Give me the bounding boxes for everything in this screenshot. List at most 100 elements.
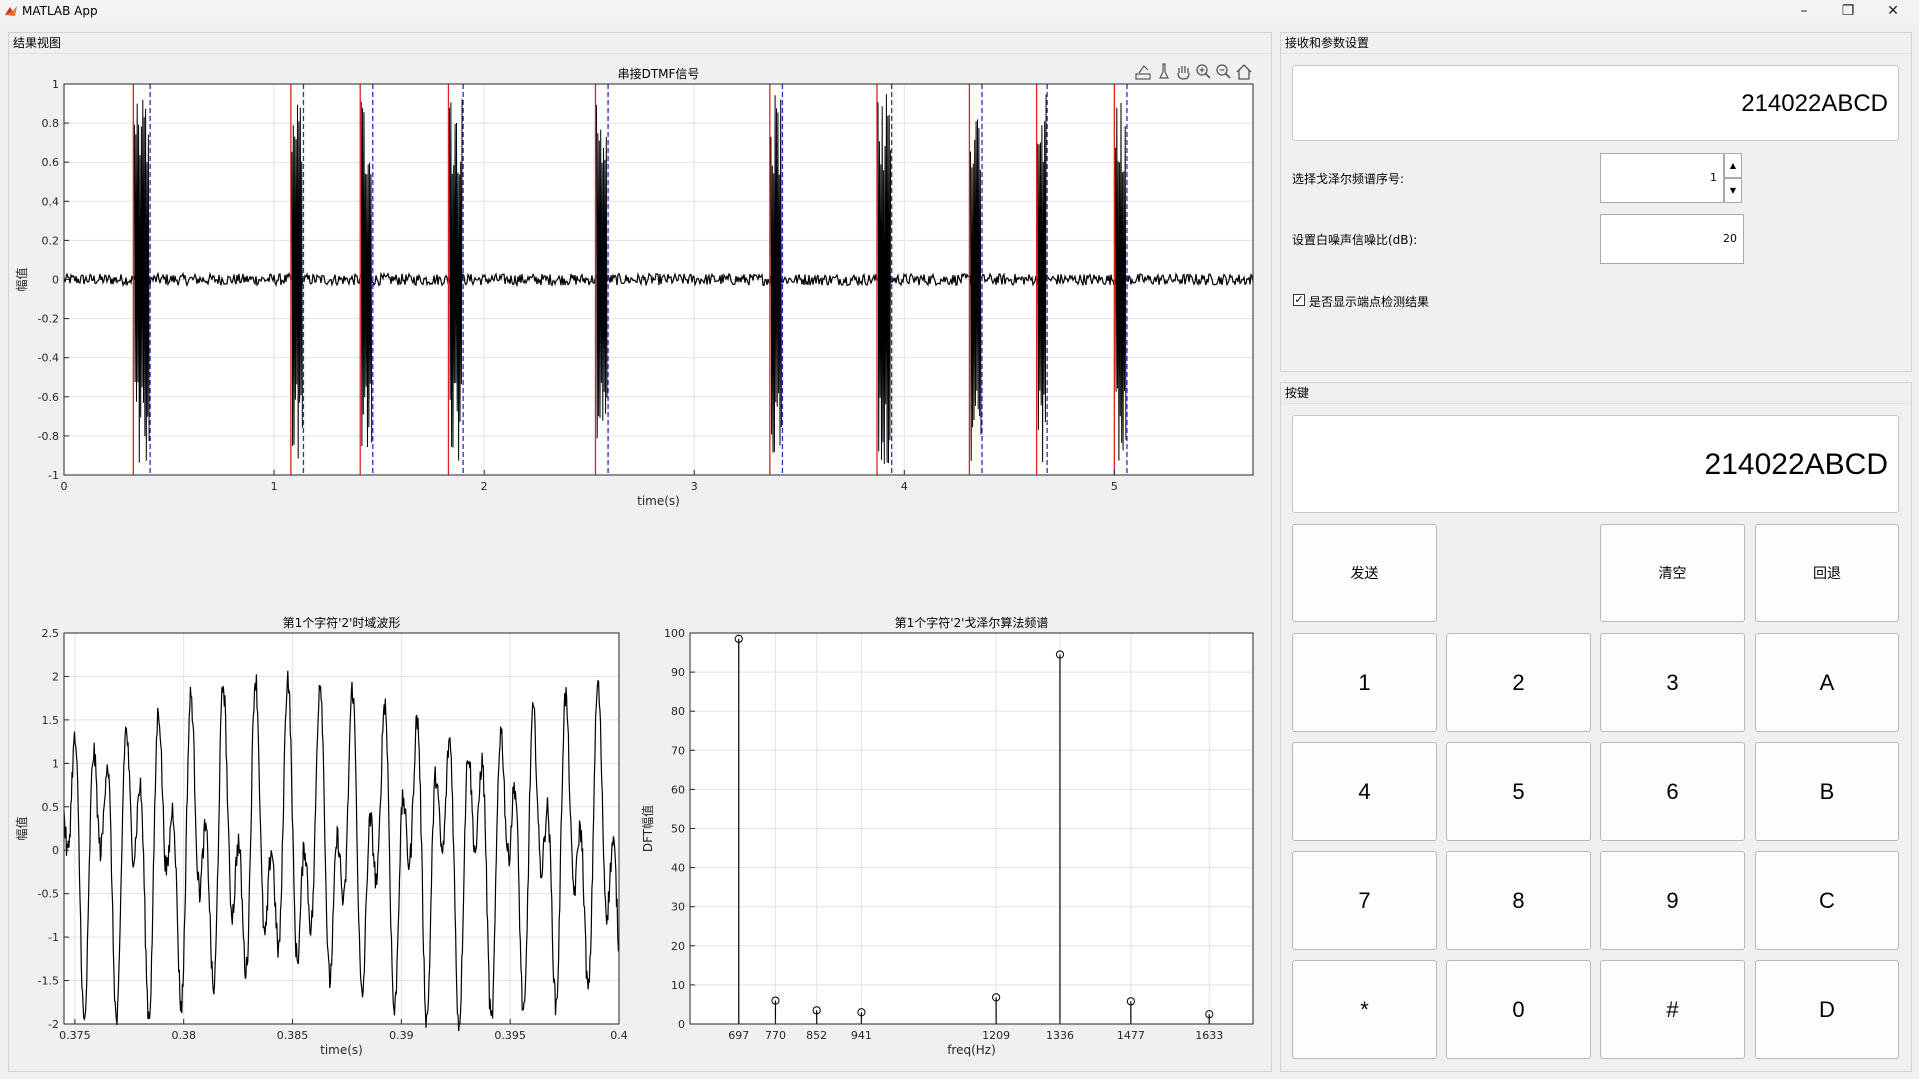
show-endpoint-checkbox[interactable]: ✓ [1293, 294, 1305, 306]
y-tick-label: 1 [52, 757, 59, 770]
y-tick-label: -0.6 [38, 391, 59, 404]
x-axis-label: time(s) [637, 494, 680, 508]
x-tick-label: 852 [806, 1029, 827, 1042]
x-axis-label: time(s) [320, 1043, 363, 1057]
close-button[interactable]: ✕ [1873, 0, 1913, 22]
x-tick-label: 697 [728, 1029, 749, 1042]
key-6[interactable]: 6 [1600, 742, 1745, 841]
x-tick-label: 3 [691, 480, 698, 493]
y-tick-label: 0.2 [42, 234, 60, 247]
key-star[interactable]: * [1292, 960, 1437, 1059]
x-axis-label: freq(Hz) [947, 1043, 996, 1057]
x-tick-label: 0 [61, 480, 68, 493]
key-9[interactable]: 9 [1600, 851, 1745, 950]
key-1[interactable]: 1 [1292, 633, 1437, 732]
key-5[interactable]: 5 [1446, 742, 1591, 841]
y-tick-label: -1 [48, 931, 59, 944]
send-button[interactable]: 发送 [1292, 524, 1437, 622]
key-hash[interactable]: # [1600, 960, 1745, 1059]
x-tick-label: 1 [271, 480, 278, 493]
y-tick-label: 20 [671, 940, 685, 953]
spectrum-index-label: 选择戈泽尔频谱序号: [1292, 172, 1405, 186]
snr-input[interactable]: 20 [1600, 214, 1744, 264]
y-tick-label: 0 [52, 844, 59, 857]
y-tick-label: 10 [671, 979, 685, 992]
x-tick-label: 2 [481, 480, 488, 493]
x-tick-label: 0.375 [59, 1029, 91, 1042]
y-tick-label: 50 [671, 823, 685, 836]
y-tick-label: -1.5 [38, 975, 59, 988]
key-a[interactable]: A [1755, 633, 1899, 732]
settings-panel-title: 接收和参数设置 [1281, 33, 1911, 54]
x-tick-label: 4 [901, 480, 908, 493]
y-tick-label: 80 [671, 705, 685, 718]
key-c[interactable]: C [1755, 851, 1899, 950]
y-tick-label: 2.5 [42, 627, 60, 640]
x-tick-label: 0.385 [277, 1029, 309, 1042]
y-tick-label: 0.5 [42, 801, 60, 814]
x-tick-label: 1477 [1117, 1029, 1145, 1042]
x-tick-label: 0.395 [494, 1029, 526, 1042]
y-tick-label: 90 [671, 666, 685, 679]
plot-background [64, 633, 619, 1024]
x-tick-label: 770 [765, 1029, 786, 1042]
key-7[interactable]: 7 [1292, 851, 1437, 950]
key-d[interactable]: D [1755, 960, 1899, 1059]
minimize-button[interactable]: – [1784, 0, 1824, 22]
y-tick-label: 100 [664, 627, 685, 640]
y-tick-label: -0.2 [38, 313, 59, 326]
x-tick-label: 0.39 [389, 1029, 414, 1042]
x-tick-label: 5 [1111, 480, 1118, 493]
keypad-panel-title: 按键 [1281, 383, 1911, 404]
char-waveform-chart: 0.375 0.38 0.385 0.39 0.395 0.4 -2 -1.5 -1 -0.5 0 0… [14, 615, 628, 1057]
y-tick-label: 1 [52, 78, 59, 91]
chart-title: 第1个字符'2'时域波形 [283, 615, 401, 630]
charts-area: 0 1 2 3 4 5 -1 -0.8 -0.6 -0.4 -0.2 0 0.2 0.4 0.6 0.8 1 串接… [14, 66, 1254, 1057]
y-tick-label: 0.8 [42, 117, 60, 130]
y-axis-label: 幅值 [14, 816, 29, 840]
maximize-button[interactable]: ❐ [1828, 0, 1868, 22]
y-tick-label: 30 [671, 901, 685, 914]
y-axis-label: 幅值 [14, 267, 29, 291]
x-tick-label: 1336 [1046, 1029, 1074, 1042]
spectrum-index-input[interactable]: 1 [1600, 153, 1724, 203]
y-tick-label: 0 [52, 274, 59, 287]
key-2[interactable]: 2 [1446, 633, 1591, 732]
key-0[interactable]: 0 [1446, 960, 1591, 1059]
y-tick-label: -2 [48, 1018, 59, 1031]
y-tick-label: -0.5 [38, 888, 59, 901]
keypad-input-display: 214022ABCD [1292, 415, 1899, 513]
goertzel-spectrum-chart: 697 770 852 941 1209 1336 1477 1633 0 10 20 30 40 50 6… [640, 615, 1254, 1057]
chart-title: 串接DTMF信号 [618, 66, 700, 81]
key-8[interactable]: 8 [1446, 851, 1591, 950]
snr-label: 设置白噪声信噪比(dB): [1292, 233, 1418, 247]
clear-button[interactable]: 清空 [1600, 524, 1745, 622]
chart-title: 第1个字符'2'戈泽尔算法频谱 [895, 615, 1049, 630]
y-tick-label: 0 [678, 1018, 685, 1031]
x-tick-label: 0.38 [171, 1029, 196, 1042]
key-4[interactable]: 4 [1292, 742, 1437, 841]
x-tick-label: 941 [851, 1029, 872, 1042]
y-tick-label: 1.5 [42, 714, 60, 727]
y-tick-label: 2 [52, 670, 59, 683]
y-tick-label: 40 [671, 862, 685, 875]
y-tick-label: 0.4 [42, 195, 60, 208]
spinner-down-icon[interactable]: ▼ [1724, 178, 1742, 203]
show-endpoint-label: 是否显示端点检测结果 [1309, 295, 1430, 309]
backspace-button[interactable]: 回退 [1755, 524, 1899, 622]
key-b[interactable]: B [1755, 742, 1899, 841]
y-tick-label: 0.6 [42, 156, 60, 169]
x-tick-label: 1209 [982, 1029, 1010, 1042]
received-digits-display: 214022ABCD [1292, 65, 1899, 141]
x-tick-label: 0.4 [610, 1029, 628, 1042]
y-tick-label: 60 [671, 783, 685, 796]
keypad-panel: 按键 214022ABCD 发送 清空 回退 1 2 3 A 4 5 6 B 7… [1280, 382, 1912, 1072]
key-3[interactable]: 3 [1600, 633, 1745, 732]
x-tick-label: 1633 [1195, 1029, 1223, 1042]
y-tick-label: 70 [671, 744, 685, 757]
y-tick-label: -0.4 [38, 352, 59, 365]
settings-panel: 接收和参数设置 214022ABCD 选择戈泽尔频谱序号: 1 ▲ ▼ 设置白噪… [1280, 32, 1912, 372]
y-tick-label: -1 [48, 469, 59, 482]
y-tick-label: -0.8 [38, 430, 59, 443]
spinner-up-icon[interactable]: ▲ [1724, 153, 1742, 178]
